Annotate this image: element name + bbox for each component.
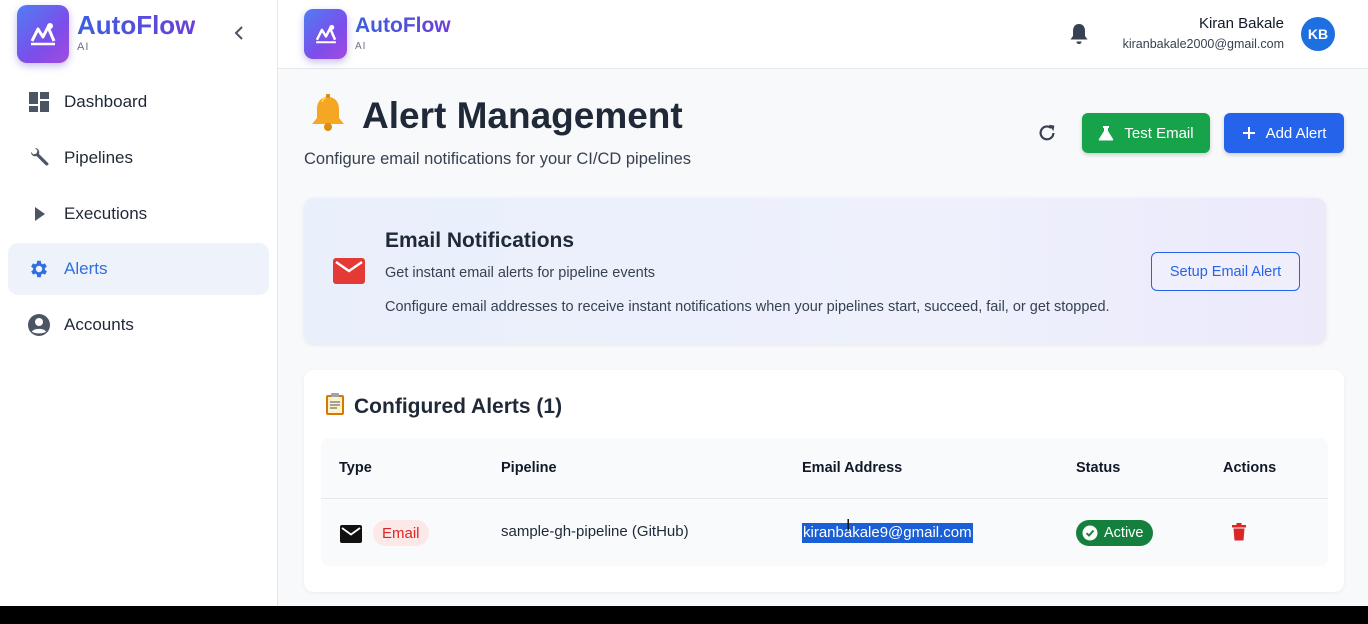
alerts-heading: Configured Alerts (1)	[324, 392, 562, 421]
page-title: Alert Management	[362, 94, 683, 136]
page-subtitle: Configure email notifications for your C…	[304, 150, 692, 168]
setup-email-alert-button[interactable]: Setup Email Alert	[1151, 252, 1300, 291]
notifications-title: Email Notifications	[385, 229, 575, 252]
sidebar-item-label: Pipelines	[64, 148, 133, 167]
sidebar-item-label: Executions	[64, 204, 148, 223]
sidebar-item-alerts[interactable]: Alerts	[8, 243, 269, 295]
play-icon	[26, 201, 52, 227]
page-heading: Alert Management	[308, 93, 683, 138]
alerts-table: Type Pipeline Email Address Status Actio…	[321, 438, 1328, 566]
column-header-actions: Actions	[1223, 460, 1277, 476]
clipboard-icon	[324, 392, 346, 421]
sidebar-item-pipelines[interactable]: Pipelines	[8, 132, 269, 184]
wrench-icon	[26, 145, 52, 171]
status-badge: Active	[1076, 520, 1153, 546]
trash-icon	[1232, 523, 1246, 541]
add-alert-button[interactable]: Add Alert	[1224, 113, 1344, 153]
column-header-pipeline: Pipeline	[501, 460, 557, 476]
autoflow-logo-icon[interactable]	[17, 5, 69, 63]
gear-icon	[26, 256, 52, 282]
check-circle-icon	[1082, 525, 1098, 541]
brand-name: AutoFlow	[77, 10, 196, 40]
autoflow-logo-icon[interactable]	[304, 9, 347, 59]
collapse-sidebar-button[interactable]	[228, 22, 250, 44]
mail-icon	[333, 258, 365, 289]
add-alert-label: Add Alert	[1265, 124, 1327, 142]
sidebar-item-accounts[interactable]: Accounts	[8, 299, 269, 351]
plus-icon	[1242, 126, 1256, 140]
sidebar-item-label: Dashboard	[64, 92, 148, 111]
status-label: Active	[1104, 525, 1144, 541]
sidebar-item-label: Accounts	[64, 315, 134, 334]
email-cell[interactable]: kiranbakale9@gmail.com	[802, 523, 973, 543]
sidebar-item-label: Alerts	[64, 259, 108, 278]
flask-icon	[1098, 125, 1114, 141]
table-row: Email sample-gh-pipeline (GitHub) kiranb…	[321, 499, 1328, 566]
test-email-label: Test Email	[1124, 124, 1194, 142]
delete-alert-button[interactable]	[1231, 523, 1247, 546]
account-circle-icon	[26, 312, 52, 338]
column-header-email: Email Address	[802, 460, 903, 476]
top-header: AutoFlow AI Kiran Bakale kiranbakale2000…	[278, 0, 1368, 69]
bell-emoji-icon	[308, 93, 348, 138]
notifications-subtitle: Get instant email alerts for pipeline ev…	[385, 265, 655, 281]
dashboard-icon	[26, 89, 52, 115]
sidebar: AutoFlow AI Dashboard Pipelines Executio…	[0, 0, 278, 606]
brand-name: AutoFlow	[355, 14, 451, 37]
refresh-button[interactable]	[1035, 121, 1059, 145]
notifications-description: Configure email addresses to receive ins…	[385, 299, 1110, 315]
table-header: Type Pipeline Email Address Status Actio…	[321, 438, 1328, 499]
notifications-bell-icon[interactable]	[1068, 22, 1090, 51]
user-name: Kiran Bakale	[1198, 15, 1284, 32]
brand-sub: AI	[77, 41, 90, 53]
text-cursor-icon: I	[846, 517, 851, 534]
pipeline-cell: sample-gh-pipeline (GitHub)	[501, 523, 689, 540]
test-email-button[interactable]: Test Email	[1082, 113, 1210, 153]
mail-icon	[340, 525, 362, 548]
sidebar-item-executions[interactable]: Executions	[8, 188, 269, 240]
email-notifications-card: Email Notifications Get instant email al…	[304, 198, 1326, 344]
chevron-left-icon	[234, 26, 243, 40]
avatar[interactable]: KB	[1301, 17, 1335, 51]
brand-sub: AI	[355, 41, 367, 52]
column-header-type: Type	[339, 460, 372, 476]
user-email: kiranbakale2000@gmail.com	[1122, 37, 1284, 51]
sidebar-item-dashboard[interactable]: Dashboard	[8, 76, 269, 128]
column-header-status: Status	[1076, 460, 1121, 476]
configured-alerts-card: Configured Alerts (1) Type Pipeline Emai…	[304, 370, 1344, 592]
alerts-title: Configured Alerts (1)	[354, 394, 563, 418]
type-badge: Email	[373, 520, 429, 546]
refresh-icon	[1039, 124, 1055, 141]
